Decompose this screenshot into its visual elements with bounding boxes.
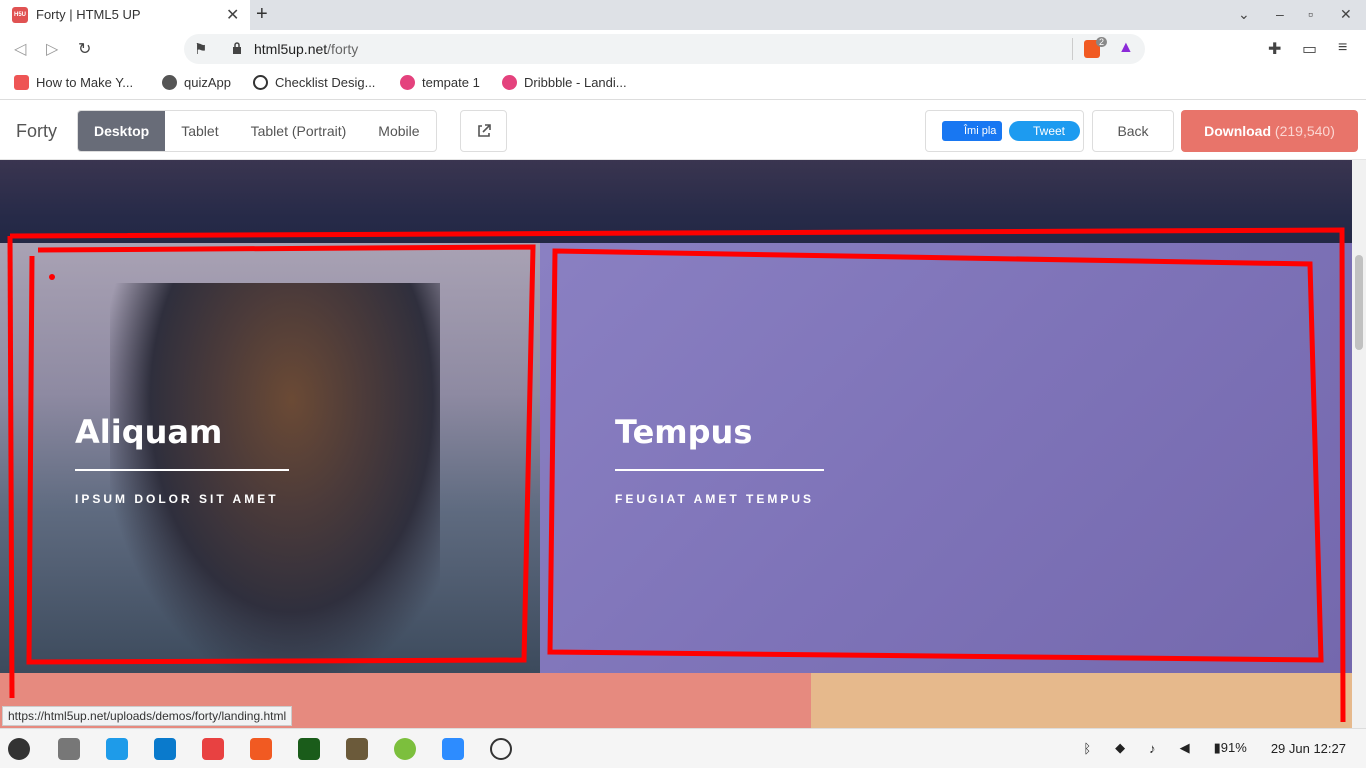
bookmark-icon[interactable]: ⚑ bbox=[194, 40, 207, 58]
extensions-icon[interactable]: ✚ bbox=[1268, 39, 1281, 59]
tweet-button[interactable]: Tweet bbox=[1009, 121, 1080, 141]
files-icon[interactable] bbox=[58, 738, 80, 760]
view-mobile-button[interactable]: Mobile bbox=[362, 111, 435, 151]
shields-badge: 2 bbox=[1096, 37, 1108, 47]
globe-icon bbox=[162, 75, 177, 90]
address-bar[interactable]: ⚑ html5up.net/forty 2 ▲ bbox=[184, 34, 1145, 64]
bookmark-item-1[interactable]: quizApp bbox=[162, 75, 231, 90]
notifications-icon[interactable]: ♪ bbox=[1149, 741, 1156, 756]
view-desktop-button[interactable]: Desktop bbox=[78, 111, 166, 151]
os-taskbar: ᛒ ◆ ♪ ◀ ▮91% 29 Jun 12:27 bbox=[0, 728, 1366, 768]
clock-icon[interactable] bbox=[490, 738, 512, 760]
tile-aliquam[interactable]: Aliquam IPSUM DOLOR SIT AMET bbox=[0, 243, 540, 673]
back-nav-icon[interactable]: ◁ bbox=[14, 39, 26, 59]
wallet-icon[interactable]: ▭ bbox=[1302, 39, 1317, 59]
tile-divider bbox=[615, 469, 824, 471]
bluetooth-icon[interactable]: ᛒ bbox=[1083, 741, 1091, 756]
check-circle-icon bbox=[253, 75, 268, 90]
bookmark-item-4[interactable]: Dribbble - Landi... bbox=[502, 75, 627, 90]
view-tablet-portrait-button[interactable]: Tablet (Portrait) bbox=[235, 111, 363, 151]
tile-title: Tempus bbox=[615, 413, 753, 451]
view-tablet-button[interactable]: Tablet bbox=[165, 111, 234, 151]
tile-subtitle: FEUGIAT AMET TEMPUS bbox=[615, 492, 814, 506]
gimp-icon[interactable] bbox=[346, 738, 368, 760]
download-button[interactable]: Download (219,540) bbox=[1181, 110, 1358, 152]
minimize-icon[interactable]: – bbox=[1276, 6, 1284, 22]
dribbble-icon bbox=[400, 75, 415, 90]
external-link-icon bbox=[478, 124, 491, 137]
tab-title: Forty | HTML5 UP bbox=[36, 7, 141, 22]
tile-tan[interactable] bbox=[811, 673, 1352, 728]
scrollbar-thumb[interactable] bbox=[1355, 255, 1363, 350]
social-buttons: Îmi pla Tweet bbox=[925, 110, 1084, 152]
tile-divider bbox=[75, 469, 289, 471]
zorin-menu-icon[interactable] bbox=[8, 738, 30, 760]
banner-background bbox=[0, 160, 1352, 243]
person-photo bbox=[110, 283, 440, 673]
system-monitor-icon[interactable] bbox=[298, 738, 320, 760]
maximize-icon[interactable]: ▫ bbox=[1308, 6, 1313, 22]
brave-icon[interactable] bbox=[250, 738, 272, 760]
bookmark-item-0[interactable]: How to Make Y... bbox=[14, 75, 133, 90]
page-scrollbar[interactable] bbox=[1352, 160, 1366, 728]
tile-subtitle: IPSUM DOLOR SIT AMET bbox=[75, 492, 279, 506]
software-store-icon[interactable] bbox=[106, 738, 128, 760]
vscode-icon[interactable] bbox=[154, 738, 176, 760]
open-new-window-button[interactable] bbox=[460, 110, 507, 152]
brave-rewards-icon[interactable]: ▲ bbox=[1118, 39, 1134, 57]
bookmark-item-3[interactable]: tempate 1 bbox=[400, 75, 480, 90]
facebook-like-button[interactable]: Îmi pla bbox=[942, 121, 1002, 141]
preview-toolbar: Forty Desktop Tablet Tablet (Portrait) M… bbox=[0, 101, 1366, 160]
tab-close-icon[interactable]: ✕ bbox=[226, 5, 239, 25]
tab-strip: H5U Forty | HTML5 UP ✕ + ⌄ – ▫ ✕ bbox=[0, 0, 1366, 30]
window-close-icon[interactable]: ✕ bbox=[1340, 6, 1352, 23]
lock-icon bbox=[233, 42, 241, 54]
system-tray: ᛒ ◆ ♪ ◀ ▮91% 29 Jun 12:27 bbox=[1083, 740, 1346, 756]
tab-list-chevron-icon[interactable]: ⌄ bbox=[1238, 6, 1250, 23]
status-link-preview: https://html5up.net/uploads/demos/forty/… bbox=[2, 706, 293, 726]
browser-tab[interactable]: H5U Forty | HTML5 UP ✕ bbox=[0, 0, 250, 30]
wifi-icon[interactable]: ◆ bbox=[1115, 740, 1125, 756]
viewport-switcher: Desktop Tablet Tablet (Portrait) Mobile bbox=[77, 110, 437, 152]
video-icon bbox=[14, 75, 29, 90]
back-button[interactable]: Back bbox=[1092, 110, 1174, 152]
reload-icon[interactable]: ↻ bbox=[78, 39, 91, 59]
site-brand: Forty bbox=[16, 121, 58, 141]
git-client-icon[interactable] bbox=[202, 738, 224, 760]
preview-page: Aliquam IPSUM DOLOR SIT AMET Tempus FEUG… bbox=[0, 160, 1352, 728]
tile-title: Aliquam bbox=[75, 413, 223, 451]
new-tab-button[interactable]: + bbox=[256, 3, 268, 26]
compass-icon[interactable] bbox=[394, 738, 416, 760]
url-text: html5up.net/forty bbox=[254, 41, 359, 57]
volume-icon[interactable]: ◀ bbox=[1180, 740, 1190, 756]
tile-tempus[interactable]: Tempus FEUGIAT AMET TEMPUS bbox=[540, 243, 1352, 673]
tab-favicon: H5U bbox=[12, 7, 28, 23]
battery-status[interactable]: ▮91% bbox=[1214, 740, 1247, 756]
menu-icon[interactable]: ≡ bbox=[1338, 39, 1347, 57]
zoom-icon[interactable] bbox=[442, 738, 464, 760]
forward-nav-icon[interactable]: ▷ bbox=[46, 39, 58, 59]
date-time[interactable]: 29 Jun 12:27 bbox=[1271, 741, 1346, 756]
browser-toolbar: ◁ ▷ ↻ ⚑ html5up.net/forty 2 ▲ ✚ ▭ ≡ bbox=[0, 30, 1366, 68]
bookmark-item-2[interactable]: Checklist Desig... bbox=[253, 75, 375, 90]
dribbble-icon bbox=[502, 75, 517, 90]
bookmarks-bar: How to Make Y... quizApp Checklist Desig… bbox=[0, 68, 1366, 100]
